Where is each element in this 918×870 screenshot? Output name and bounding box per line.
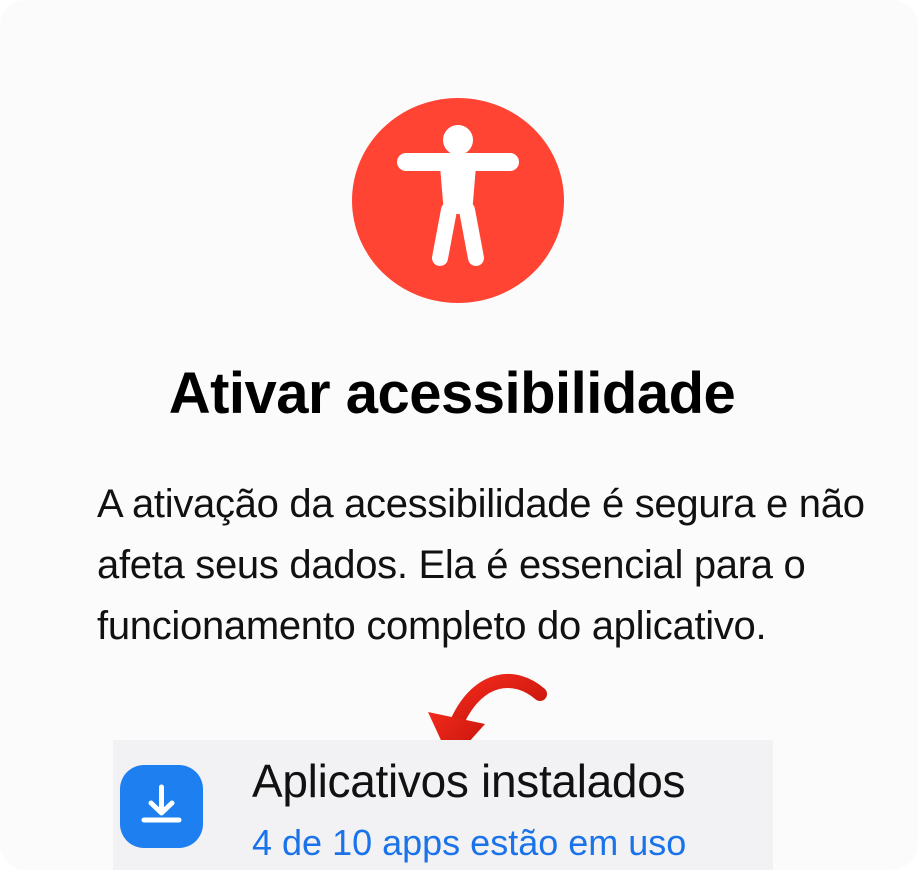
description-text: A ativação da acessibilidade é segura e … (97, 482, 865, 648)
accessibility-icon (352, 98, 564, 303)
app-item-title: Aplicativos instalados (252, 755, 686, 807)
app-item-subtitle: 4 de 10 apps estão em uso (252, 822, 687, 863)
accessibility-card: Ativar acessibilidade A ativação da aces… (0, 0, 918, 870)
download-icon (120, 765, 203, 848)
page-title: Ativar acessibilidade (168, 361, 736, 426)
installed-apps-item[interactable]: Aplicativos instalados 4 de 10 apps estã… (113, 740, 773, 870)
